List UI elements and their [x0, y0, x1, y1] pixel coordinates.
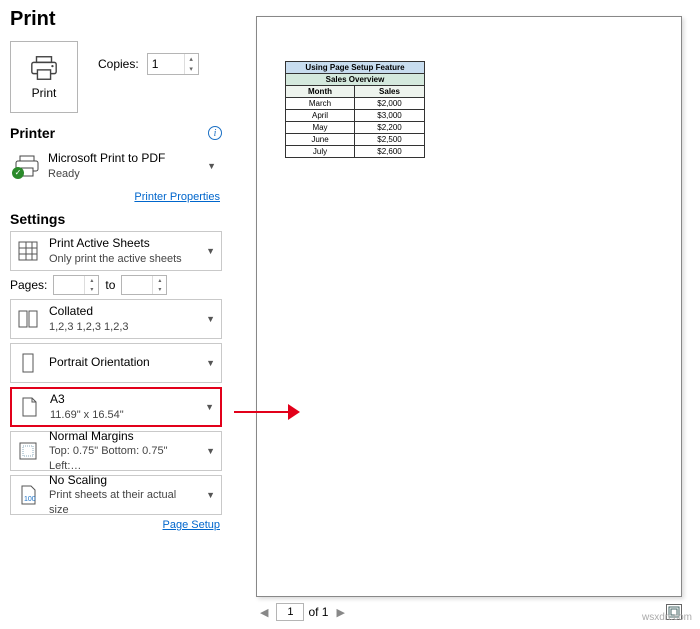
- settings-heading: Settings: [10, 211, 65, 227]
- chevron-down-icon: ▼: [203, 402, 216, 412]
- chevron-down-icon: ▼: [204, 246, 217, 256]
- preview-title2: Sales Overview: [286, 74, 425, 86]
- preview-table: Using Page Setup Feature Sales Overview …: [285, 61, 425, 158]
- pages-to-input[interactable]: [122, 276, 152, 294]
- collate-title: Collated: [49, 304, 196, 320]
- chevron-down-icon: ▼: [204, 358, 217, 368]
- paper-size-selector[interactable]: A3 11.69" x 16.54" ▼: [10, 387, 222, 427]
- orientation-selector[interactable]: Portrait Orientation ▼: [10, 343, 222, 383]
- pages-from-up[interactable]: ▴: [85, 276, 98, 285]
- pages-from-spinner[interactable]: ▴▾: [53, 275, 99, 295]
- table-row: July$2,600: [286, 146, 425, 158]
- table-row: June$2,500: [286, 134, 425, 146]
- page-number-input[interactable]: [276, 603, 304, 621]
- collate-sub: 1,2,3 1,2,3 1,2,3: [49, 320, 196, 334]
- copies-spinner[interactable]: ▴ ▾: [147, 53, 199, 75]
- print-button[interactable]: Print: [10, 41, 78, 113]
- pages-from-input[interactable]: [54, 276, 84, 294]
- pages-to-label: to: [105, 278, 115, 292]
- chevron-down-icon: ▼: [204, 490, 217, 500]
- collate-icon: [15, 308, 41, 330]
- copies-up[interactable]: ▴: [185, 54, 198, 64]
- copies-down[interactable]: ▾: [185, 64, 198, 74]
- margins-title: Normal Margins: [49, 429, 196, 445]
- preview-title1: Using Page Setup Feature: [286, 62, 425, 74]
- scaling-icon: 100: [15, 484, 41, 506]
- scaling-title: No Scaling: [49, 473, 196, 489]
- table-row: April$3,000: [286, 110, 425, 122]
- margins-selector[interactable]: Normal Margins Top: 0.75" Bottom: 0.75" …: [10, 431, 222, 471]
- pages-from-down[interactable]: ▾: [85, 285, 98, 294]
- printer-status-icon: ✓: [14, 155, 40, 177]
- pages-to-down[interactable]: ▾: [153, 285, 166, 294]
- printer-status: Ready: [48, 167, 197, 181]
- printer-name: Microsoft Print to PDF: [48, 151, 197, 167]
- prev-page-button[interactable]: ◀: [256, 606, 272, 619]
- paper-sub: 11.69" x 16.54": [50, 408, 195, 422]
- chevron-down-icon: ▼: [204, 314, 217, 324]
- print-what-sub: Only print the active sheets: [49, 252, 196, 266]
- portrait-icon: [15, 352, 41, 374]
- callout-arrow: [234, 404, 300, 420]
- printer-selector[interactable]: ✓ Microsoft Print to PDF Ready ▼: [10, 145, 222, 187]
- page-of-label: of 1: [308, 605, 328, 619]
- pages-to-up[interactable]: ▴: [153, 276, 166, 285]
- print-button-label: Print: [32, 86, 57, 100]
- pages-to-spinner[interactable]: ▴▾: [121, 275, 167, 295]
- chevron-down-icon: ▼: [205, 161, 218, 171]
- pages-label: Pages:: [10, 278, 47, 292]
- collate-selector[interactable]: Collated 1,2,3 1,2,3 1,2,3 ▼: [10, 299, 222, 339]
- check-icon: ✓: [12, 167, 24, 179]
- scaling-selector[interactable]: 100 No Scaling Print sheets at their act…: [10, 475, 222, 515]
- scaling-sub: Print sheets at their actual size: [49, 488, 196, 517]
- printer-icon: [29, 54, 59, 82]
- print-preview: Using Page Setup Feature Sales Overview …: [256, 16, 682, 597]
- sheets-icon: [15, 240, 41, 262]
- page-setup-link[interactable]: Page Setup: [12, 519, 220, 531]
- watermark: wsxdn.com: [642, 612, 692, 623]
- print-what-title: Print Active Sheets: [49, 236, 196, 252]
- page-title: Print: [10, 8, 222, 31]
- info-icon[interactable]: i: [208, 126, 222, 140]
- orientation-title: Portrait Orientation: [49, 355, 196, 371]
- printer-heading: Printer: [10, 125, 55, 141]
- page-icon: [16, 396, 42, 418]
- table-row: May$2,200: [286, 122, 425, 134]
- margins-icon: [15, 440, 41, 462]
- table-row: March$2,000: [286, 98, 425, 110]
- chevron-down-icon: ▼: [204, 446, 217, 456]
- svg-text:100: 100: [24, 496, 36, 503]
- printer-properties-link[interactable]: Printer Properties: [12, 191, 220, 203]
- copies-label: Copies:: [98, 57, 139, 71]
- margins-sub: Top: 0.75" Bottom: 0.75" Left:…: [49, 444, 196, 473]
- print-what-selector[interactable]: Print Active Sheets Only print the activ…: [10, 231, 222, 271]
- copies-input[interactable]: [148, 57, 184, 71]
- next-page-button[interactable]: ▶: [332, 606, 348, 619]
- paper-title: A3: [50, 392, 195, 408]
